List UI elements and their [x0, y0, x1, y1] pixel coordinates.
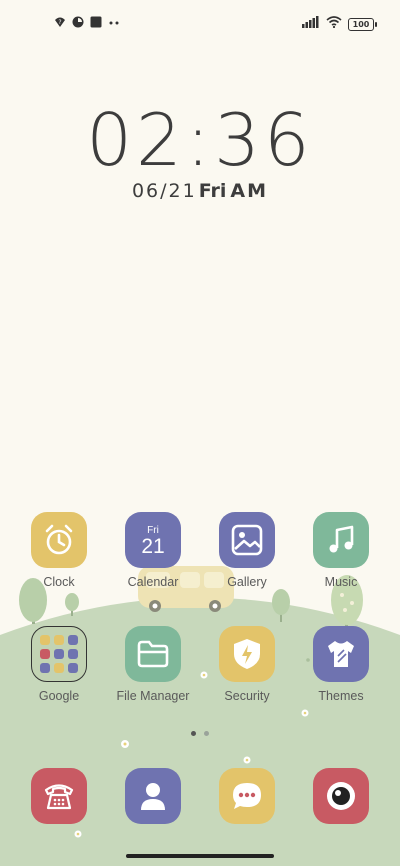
calendar-day-number: 21 — [141, 534, 165, 558]
app-clock[interactable]: Clock — [12, 512, 106, 589]
clock-date[interactable]: 06/21 Fri AM — [0, 180, 400, 202]
calendar-day-name: Fri — [147, 524, 159, 536]
svg-text:?: ? — [58, 19, 61, 26]
app-label: Security — [224, 689, 270, 703]
dock-phone[interactable] — [12, 768, 106, 824]
date-text: 06/21 — [131, 180, 197, 202]
app-label: File Manager — [116, 689, 190, 703]
signal-icon — [302, 15, 320, 33]
camera-icon — [313, 768, 369, 824]
dock-messages[interactable] — [200, 768, 294, 824]
app-calendar[interactable]: Fri 21 Calendar — [106, 512, 200, 589]
ampm-text: AM — [230, 180, 269, 202]
clock-time[interactable]: 02:36 — [0, 98, 400, 182]
contacts-icon — [125, 768, 181, 824]
calendar-icon: Fri 21 — [125, 512, 181, 568]
weekday-text: Fri — [198, 180, 227, 202]
folder-google[interactable]: Google — [12, 626, 106, 703]
record-icon — [72, 15, 84, 33]
dots-icon — [108, 15, 120, 33]
home-indicator[interactable] — [126, 854, 274, 858]
gallery-icon — [219, 512, 275, 568]
page-dot — [204, 731, 209, 736]
app-file-manager[interactable]: File Manager — [106, 626, 200, 703]
app-themes[interactable]: Themes — [294, 626, 388, 703]
app-security[interactable]: Security — [200, 626, 294, 703]
dock-contacts[interactable] — [106, 768, 200, 824]
app-label: Calendar — [127, 575, 179, 589]
battery-icon: 100 — [348, 17, 377, 31]
alarm-clock-icon — [31, 512, 87, 568]
page-indicator[interactable] — [0, 731, 400, 736]
question-wifi-icon: ? — [54, 15, 66, 33]
battery-level: 100 — [352, 19, 370, 29]
phone-icon — [31, 768, 87, 824]
app-gallery[interactable]: Gallery — [200, 512, 294, 589]
dock-camera[interactable] — [294, 768, 388, 824]
app-label: Clock — [43, 575, 75, 589]
tshirt-icon — [313, 626, 369, 682]
status-bar: ? 100 — [0, 0, 400, 44]
music-note-icon — [313, 512, 369, 568]
square-icon — [90, 15, 102, 33]
page-dot-active — [191, 731, 196, 736]
app-music[interactable]: Music — [294, 512, 388, 589]
messages-icon — [219, 768, 275, 824]
wifi-icon — [326, 15, 342, 33]
app-label: Music — [324, 575, 358, 589]
folder-icon — [31, 626, 87, 682]
app-label: Themes — [318, 689, 364, 703]
folder-open-icon — [125, 626, 181, 682]
app-label: Gallery — [227, 575, 267, 589]
app-label: Google — [38, 689, 80, 703]
shield-icon — [219, 626, 275, 682]
